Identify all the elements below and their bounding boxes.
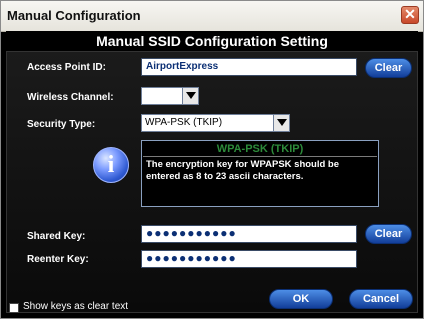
close-icon: ✕ xyxy=(404,6,416,22)
wireless-channel-label: Wireless Channel: xyxy=(27,92,114,103)
reenter-key-label: Reenter Key: xyxy=(27,254,89,265)
manual-configuration-window: Manual Configuration ✕ Manual SSID Confi… xyxy=(0,0,424,319)
info-icon: i xyxy=(93,147,129,183)
clear-key-button[interactable]: Clear xyxy=(365,224,412,244)
clear-ssid-button[interactable]: Clear xyxy=(365,58,412,78)
security-type-select[interactable]: WPA-PSK (TKIP) xyxy=(141,114,290,132)
encryption-info-title: WPA-PSK (TKIP) xyxy=(143,142,377,157)
show-keys-checkbox[interactable] xyxy=(9,303,19,313)
wireless-channel-select[interactable] xyxy=(141,87,199,105)
access-point-id-input[interactable]: AirportExpress xyxy=(141,58,357,76)
title-bar: Manual Configuration ✕ xyxy=(1,1,423,32)
encryption-info-message: The encryption key for WPAPSK should be … xyxy=(146,159,340,182)
shared-key-input[interactable]: ●●●●●●●●●●● xyxy=(141,225,357,243)
chevron-down-icon[interactable] xyxy=(182,88,198,104)
shared-key-label: Shared Key: xyxy=(27,231,86,242)
security-type-value: WPA-PSK (TKIP) xyxy=(145,117,223,128)
show-keys-label: Show keys as clear text xyxy=(23,301,129,312)
cancel-button[interactable]: Cancel xyxy=(349,289,413,309)
section-header: Manual SSID Configuration Setting xyxy=(6,31,418,51)
close-button[interactable]: ✕ xyxy=(401,6,419,24)
reenter-key-input[interactable]: ●●●●●●●●●●● xyxy=(141,250,357,268)
chevron-down-icon[interactable] xyxy=(273,115,289,131)
ok-button[interactable]: OK xyxy=(269,289,333,309)
security-type-label: Security Type: xyxy=(27,119,96,130)
encryption-info-box: WPA-PSK (TKIP) The encryption key for WP… xyxy=(141,140,379,207)
access-point-id-label: Access Point ID: xyxy=(27,62,106,73)
window-title: Manual Configuration xyxy=(7,8,141,23)
